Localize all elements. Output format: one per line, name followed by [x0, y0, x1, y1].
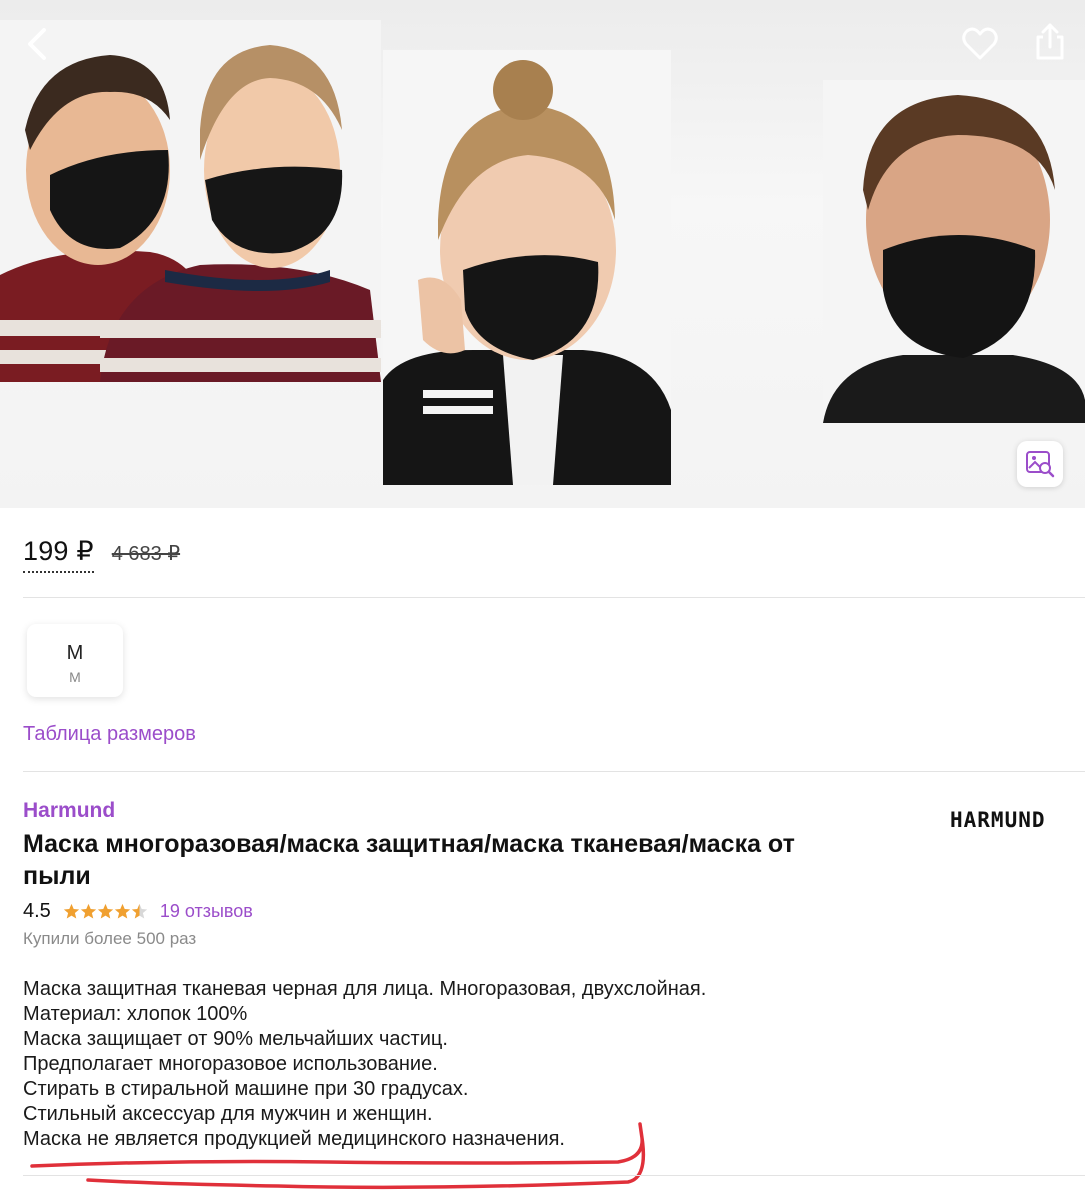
product-gallery[interactable] — [0, 0, 1085, 508]
back-arrow-icon — [28, 28, 46, 60]
size-option-m[interactable]: M M — [27, 624, 123, 697]
current-price[interactable]: 199 ₽ — [23, 536, 94, 573]
rating-row: 4.5 19 отзывов — [23, 900, 253, 923]
woman-mask-photo[interactable] — [383, 50, 671, 485]
size-sublabel: M — [69, 669, 81, 685]
back-button[interactable] — [18, 22, 58, 66]
description-line: Маска защищает от 90% мельчайших частиц. — [23, 1028, 448, 1050]
description-line: Стирать в стиральной машине при 30 граду… — [23, 1078, 469, 1100]
old-price: 4 683 ₽ — [111, 543, 181, 565]
brand-logo[interactable]: HARMUND — [950, 808, 1046, 832]
price-row: 199 ₽ 4 683 ₽ — [23, 536, 180, 573]
size-table-link[interactable]: Таблица размеров — [23, 723, 196, 746]
description-line: Материал: хлопок 100% — [23, 1003, 248, 1025]
star-icon — [80, 903, 96, 919]
red-underline-annotation — [30, 1122, 646, 1190]
rating-stars — [63, 903, 148, 920]
description-line: Предполагает многоразовое использование. — [23, 1053, 438, 1075]
size-label: M — [66, 642, 84, 664]
divider — [23, 771, 1085, 772]
favorite-button[interactable] — [958, 22, 1002, 66]
reviews-link[interactable]: 19 отзывов — [160, 901, 253, 922]
star-icon — [131, 903, 147, 919]
rating-value: 4.5 — [23, 900, 51, 922]
couple-masks-photo[interactable] — [0, 20, 381, 382]
share-icon — [1036, 23, 1064, 60]
image-search-button[interactable] — [1017, 441, 1063, 487]
divider — [23, 1175, 1085, 1176]
brand-link[interactable]: Harmund — [23, 799, 115, 823]
divider — [23, 597, 1085, 598]
description-line: Маска защитная тканевая черная для лица.… — [23, 978, 707, 1000]
product-title: Маска многоразовая/маска защитная/маска … — [23, 830, 795, 890]
star-icon — [97, 903, 113, 919]
man-mask-photo[interactable] — [823, 80, 1085, 423]
purchase-count: Купили более 500 раз — [23, 929, 197, 948]
star-icon — [114, 903, 130, 919]
image-search-icon — [1026, 451, 1055, 478]
share-button[interactable] — [1028, 20, 1072, 64]
heart-icon — [962, 27, 998, 60]
star-icon — [63, 903, 79, 919]
